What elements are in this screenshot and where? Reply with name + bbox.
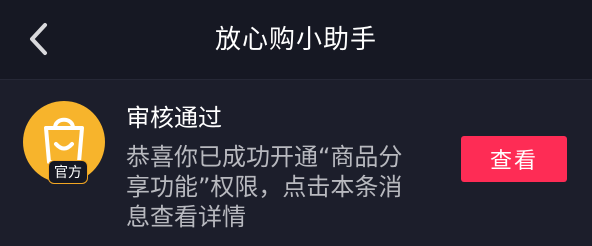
official-badge: 官方: [48, 160, 88, 184]
page-title: 放心购小助手: [214, 25, 377, 55]
top-bar: 放心购小助手: [0, 0, 592, 80]
view-button[interactable]: 查看: [461, 136, 567, 182]
message-body: 恭喜你已成功开通“商品分享功能”权限，点击本条消息查看详情: [126, 143, 403, 231]
message-title: 审核通过: [126, 104, 222, 132]
message-item[interactable]: 官方 审核通过 恭喜你已成功开通“商品分享功能”权限，点击本条消息查看详情 查看: [0, 80, 592, 246]
